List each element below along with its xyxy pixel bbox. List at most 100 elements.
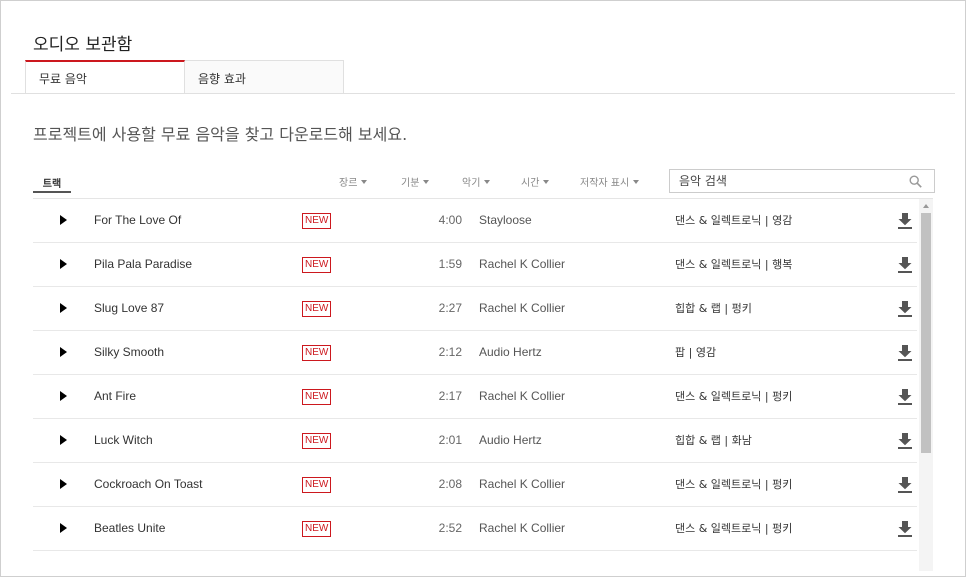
new-badge-cell: NEW [302, 199, 332, 242]
track-duration: 2:12 [438, 345, 462, 359]
download-icon [898, 212, 912, 229]
table-row[interactable]: Beatles Unite NEW 2:52 Rachel K Collier 댄스 &… [33, 507, 917, 551]
track-artist[interactable]: Rachel K Collier [479, 463, 565, 506]
new-badge-cell: NEW [302, 463, 332, 506]
table-row[interactable]: Luck Witch NEW 2:01 Audio Hertz 힙합 & 랩 | 화남 [33, 419, 917, 463]
track-title: For The Love Of [94, 213, 182, 227]
download-icon [898, 300, 912, 317]
filter-instrument-label: 악기 [462, 178, 481, 189]
track-genre-mood: 힙합 & 랩 | 화남 [675, 434, 752, 447]
track-genre-mood: 댄스 & 일렉트로닉 | 영감 [675, 214, 793, 227]
track-artist[interactable]: Rachel K Collier [479, 507, 565, 550]
chevron-down-icon [361, 180, 368, 184]
download-icon [898, 476, 912, 493]
new-badge-cell: NEW [302, 507, 332, 550]
search-input[interactable] [670, 170, 900, 192]
play-button[interactable] [60, 199, 70, 242]
track-genre-mood: 댄스 & 일렉트로닉 | 펑키 [675, 478, 793, 491]
play-button[interactable] [60, 287, 70, 330]
track-duration: 2:27 [438, 301, 462, 315]
track-duration: 2:52 [438, 521, 462, 535]
track-duration: 1:59 [438, 257, 462, 271]
play-button[interactable] [60, 463, 70, 506]
new-badge: NEW [302, 213, 332, 229]
tab-divider [11, 93, 955, 94]
play-icon [60, 347, 67, 357]
chevron-down-icon [543, 180, 550, 184]
filter-attribution[interactable]: 저작자 표시 [580, 174, 640, 189]
search-icon[interactable] [909, 175, 922, 188]
chevron-down-icon [633, 180, 640, 184]
download-button[interactable] [897, 331, 913, 374]
scrollbar-thumb[interactable] [921, 213, 931, 453]
play-button[interactable] [60, 419, 70, 462]
play-button[interactable] [60, 243, 70, 286]
track-artist[interactable]: Rachel K Collier [479, 375, 565, 418]
filter-genre[interactable]: 장르 [339, 174, 368, 189]
table-row[interactable]: Pila Pala Paradise NEW 1:59 Rachel K Collie… [33, 243, 917, 287]
play-icon [60, 215, 67, 225]
new-badge: NEW [302, 477, 332, 493]
filter-mood[interactable]: 기분 [401, 174, 430, 189]
track-artist[interactable]: Audio Hertz [479, 331, 542, 374]
intro-text: 프로젝트에 사용할 무료 음악을 찾고 다운로드해 보세요. [33, 125, 408, 144]
track-title: Ant Fire [94, 389, 137, 403]
track-title: Luck Witch [94, 433, 153, 447]
table-row[interactable]: Cockroach On Toast NEW 2:08 Rachel K Collie… [33, 463, 917, 507]
download-button[interactable] [897, 375, 913, 418]
table-row-partial[interactable] [33, 551, 917, 571]
track-title: Silky Smooth [94, 345, 165, 359]
tab-free-music[interactable]: 무료 음악 [25, 60, 185, 94]
track-artist[interactable]: Rachel K Collier [479, 287, 565, 330]
filter-instrument[interactable]: 악기 [462, 174, 491, 189]
play-button[interactable] [60, 507, 70, 550]
table-row[interactable]: For The Love Of NEW 4:00 Stayloose 댄스 & 일렉트로… [33, 199, 917, 243]
play-button[interactable] [60, 375, 70, 418]
scroll-up-arrow-icon[interactable] [923, 204, 929, 208]
track-title: Cockroach On Toast [94, 477, 203, 491]
play-icon [60, 303, 67, 313]
scrollbar[interactable] [919, 199, 933, 571]
download-icon [898, 432, 912, 449]
new-badge-cell: NEW [302, 287, 332, 330]
download-button[interactable] [897, 243, 913, 286]
download-button[interactable] [897, 419, 913, 462]
new-badge: NEW [302, 257, 332, 273]
table-row[interactable]: Ant Fire NEW 2:17 Rachel K Collier 댄스 & 일렉트로… [33, 375, 917, 419]
new-badge: NEW [302, 521, 332, 537]
track-tab[interactable]: 트랙 [33, 173, 71, 193]
track-genre-mood: 댄스 & 일렉트로닉 | 행복 [675, 258, 793, 271]
filter-genre-label: 장르 [339, 178, 358, 189]
download-button[interactable] [897, 287, 913, 330]
play-icon [60, 523, 67, 533]
track-title: Slug Love 87 [94, 301, 165, 315]
track-genre-mood: 댄스 & 일렉트로닉 | 펑키 [675, 522, 793, 535]
track-artist[interactable]: Stayloose [479, 199, 532, 242]
chevron-down-icon [423, 180, 430, 184]
track-list: For The Love Of NEW 4:00 Stayloose 댄스 & 일렉트로… [33, 199, 917, 571]
track-artist[interactable]: Audio Hertz [479, 419, 542, 462]
audio-library-panel: 오디오 보관함 무료 음악 음향 효과 프로젝트에 사용할 무료 음악을 찾고 … [0, 0, 966, 577]
search-box [669, 169, 935, 193]
play-button[interactable] [60, 331, 70, 374]
download-button[interactable] [897, 199, 913, 242]
download-button[interactable] [897, 507, 913, 550]
filter-mood-label: 기분 [401, 178, 420, 189]
play-icon [60, 479, 67, 489]
table-row[interactable]: Silky Smooth NEW 2:12 Audio Hertz 팝 | 영감 [33, 331, 917, 375]
track-genre-mood: 힙합 & 랩 | 펑키 [675, 302, 752, 315]
track-title: Pila Pala Paradise [94, 257, 193, 271]
new-badge-cell: NEW [302, 243, 332, 286]
track-artist[interactable]: Rachel K Collier [479, 243, 565, 286]
track-duration: 2:01 [438, 433, 462, 447]
download-button[interactable] [897, 463, 913, 506]
tab-bar: 무료 음악 음향 효과 [25, 60, 344, 94]
play-icon [60, 259, 67, 269]
table-row[interactable]: Slug Love 87 NEW 2:27 Rachel K Collier 힙합 & … [33, 287, 917, 331]
track-title: Beatles Unite [94, 521, 166, 535]
download-icon [898, 520, 912, 537]
tab-sound-effects[interactable]: 음향 효과 [185, 60, 344, 94]
filter-duration[interactable]: 시간 [521, 174, 550, 189]
new-badge: NEW [302, 433, 332, 449]
filter-attribution-label: 저작자 표시 [580, 178, 630, 189]
